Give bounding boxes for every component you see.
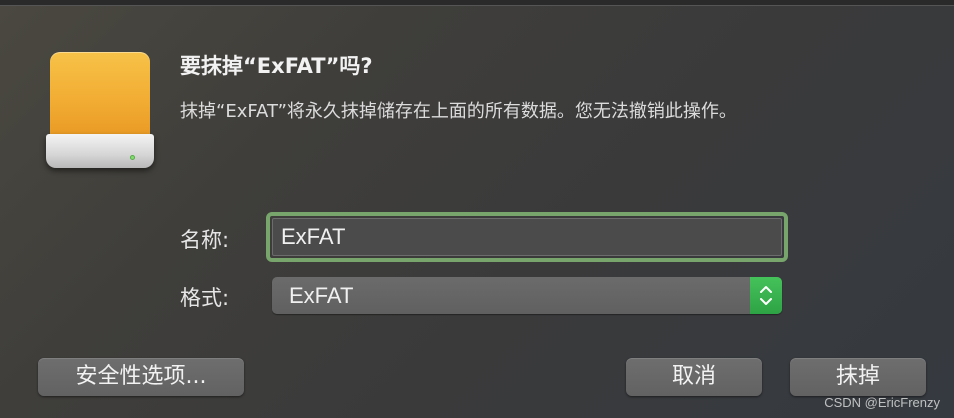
- format-select[interactable]: ExFAT: [272, 277, 782, 314]
- drive-base: [46, 134, 154, 168]
- name-label: 名称:: [180, 228, 230, 252]
- up-down-chevron-icon[interactable]: [750, 277, 782, 314]
- format-select-value: ExFAT: [289, 283, 354, 308]
- erase-button[interactable]: 抹掉: [790, 358, 926, 396]
- drive-body: [50, 52, 150, 138]
- dialog-title: 要抹掉“ExFAT”吗?: [180, 54, 373, 78]
- name-input[interactable]: ExFAT: [272, 218, 782, 256]
- external-drive-icon: [46, 52, 154, 170]
- cancel-button[interactable]: 取消: [626, 358, 762, 396]
- dialog-message: 抹掉“ExFAT”将永久抹掉储存在上面的所有数据。您无法撤销此操作。: [180, 101, 737, 122]
- watermark: CSDN @EricFrenzy: [824, 395, 940, 410]
- window-top-edge: [0, 0, 954, 6]
- name-input-focus-ring[interactable]: ExFAT: [266, 212, 788, 262]
- drive-led: [130, 155, 135, 160]
- format-label: 格式:: [180, 286, 230, 310]
- security-options-button[interactable]: 安全性选项...: [38, 358, 244, 396]
